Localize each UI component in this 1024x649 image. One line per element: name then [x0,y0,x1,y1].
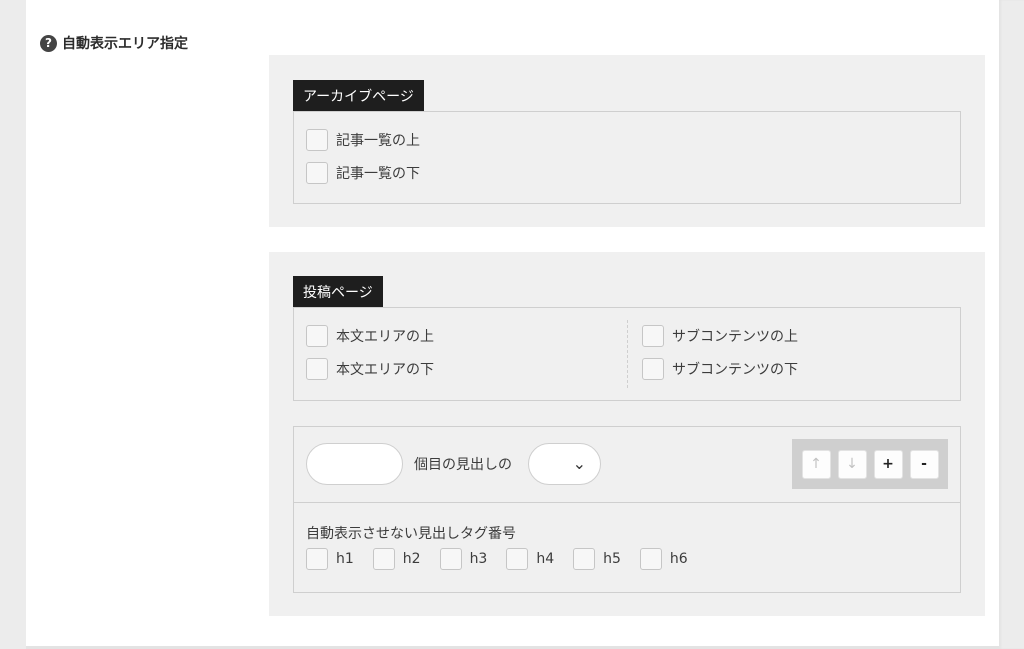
archive-options-box: 記事一覧の上 記事一覧の下 [293,111,961,204]
post-page-panel: 投稿ページ 本文エリアの上 本文エリアの下 サブコンテンツの上 サブコンテンツの… [269,252,985,616]
checkbox[interactable] [506,548,529,570]
post-option-above-content[interactable]: 本文エリアの上 [306,325,434,347]
heading-label: h2 [402,551,421,567]
option-label: サブコンテンツの上 [672,329,798,345]
exclude-h3-checkbox[interactable]: h3 [439,548,488,570]
chevron-down-icon: ⌄ [572,454,586,473]
move-down-button[interactable]: ↓ [837,449,867,479]
heading-position-select[interactable]: ⌄ [528,443,601,485]
question-circle-icon[interactable]: ? [40,34,57,52]
heading-label: h1 [336,551,354,567]
option-label: サブコンテンツの下 [672,362,798,378]
section-title-text: 自動表示エリア指定 [62,36,188,52]
checkbox[interactable] [306,129,328,151]
scroll-gutter [999,0,1024,649]
archive-option-below-list[interactable]: 記事一覧の下 [306,162,420,184]
archive-option-above-list[interactable]: 記事一覧の上 [306,129,420,151]
divider [294,502,960,503]
post-option-above-subcontent[interactable]: サブコンテンツの上 [642,325,798,347]
checkbox[interactable] [306,162,328,184]
archive-page-label: アーカイブページ [293,80,424,111]
exclude-h4-checkbox[interactable]: h4 [506,548,554,570]
exclude-h2-checkbox[interactable]: h2 [372,548,421,570]
checkbox[interactable] [573,548,596,570]
checkbox[interactable] [439,548,462,570]
checkbox[interactable] [642,325,664,347]
exclude-headings-list: h1 h2 h3 h4 h5 h6 [306,548,688,570]
checkbox[interactable] [639,548,662,570]
exclude-headings-title: 自動表示させない見出しタグ番号 [306,526,516,542]
checkbox[interactable] [372,548,395,570]
heading-label: h3 [469,551,488,567]
post-page-label: 投稿ページ [293,276,383,307]
heading-label: h6 [669,551,688,567]
exclude-h6-checkbox[interactable]: h6 [639,548,688,570]
exclude-h1-checkbox[interactable]: h1 [306,548,354,570]
column-divider [627,320,628,388]
checkbox[interactable] [306,325,328,347]
option-label: 記事一覧の上 [336,133,420,149]
post-option-below-subcontent[interactable]: サブコンテンツの下 [642,358,798,380]
heading-label: h4 [536,551,555,567]
remove-rule-button[interactable]: - [909,449,939,479]
heading-position-text: 個目の見出しの [414,457,512,473]
option-label: 記事一覧の下 [336,166,420,182]
heading-position-box: 個目の見出しの ⌄ ↑ ↓ + - 自動表示させない見出しタグ番号 h1 h2 … [293,426,961,593]
heading-label: h5 [603,551,621,567]
exclude-h5-checkbox[interactable]: h5 [573,548,621,570]
archive-page-panel: アーカイブページ 記事一覧の上 記事一覧の下 [269,55,985,227]
add-rule-button[interactable]: + [873,449,903,479]
post-options-box: 本文エリアの上 本文エリアの下 サブコンテンツの上 サブコンテンツの下 [293,307,961,401]
option-label: 本文エリアの下 [336,362,434,378]
heading-count-input[interactable] [306,443,403,485]
rule-controls: ↑ ↓ + - [792,439,948,489]
section-title: ? 自動表示エリア指定 [40,32,188,54]
option-label: 本文エリアの上 [336,329,434,345]
move-up-button[interactable]: ↑ [801,449,831,479]
checkbox[interactable] [306,548,328,570]
checkbox[interactable] [642,358,664,380]
checkbox[interactable] [306,358,328,380]
post-option-below-content[interactable]: 本文エリアの下 [306,358,434,380]
